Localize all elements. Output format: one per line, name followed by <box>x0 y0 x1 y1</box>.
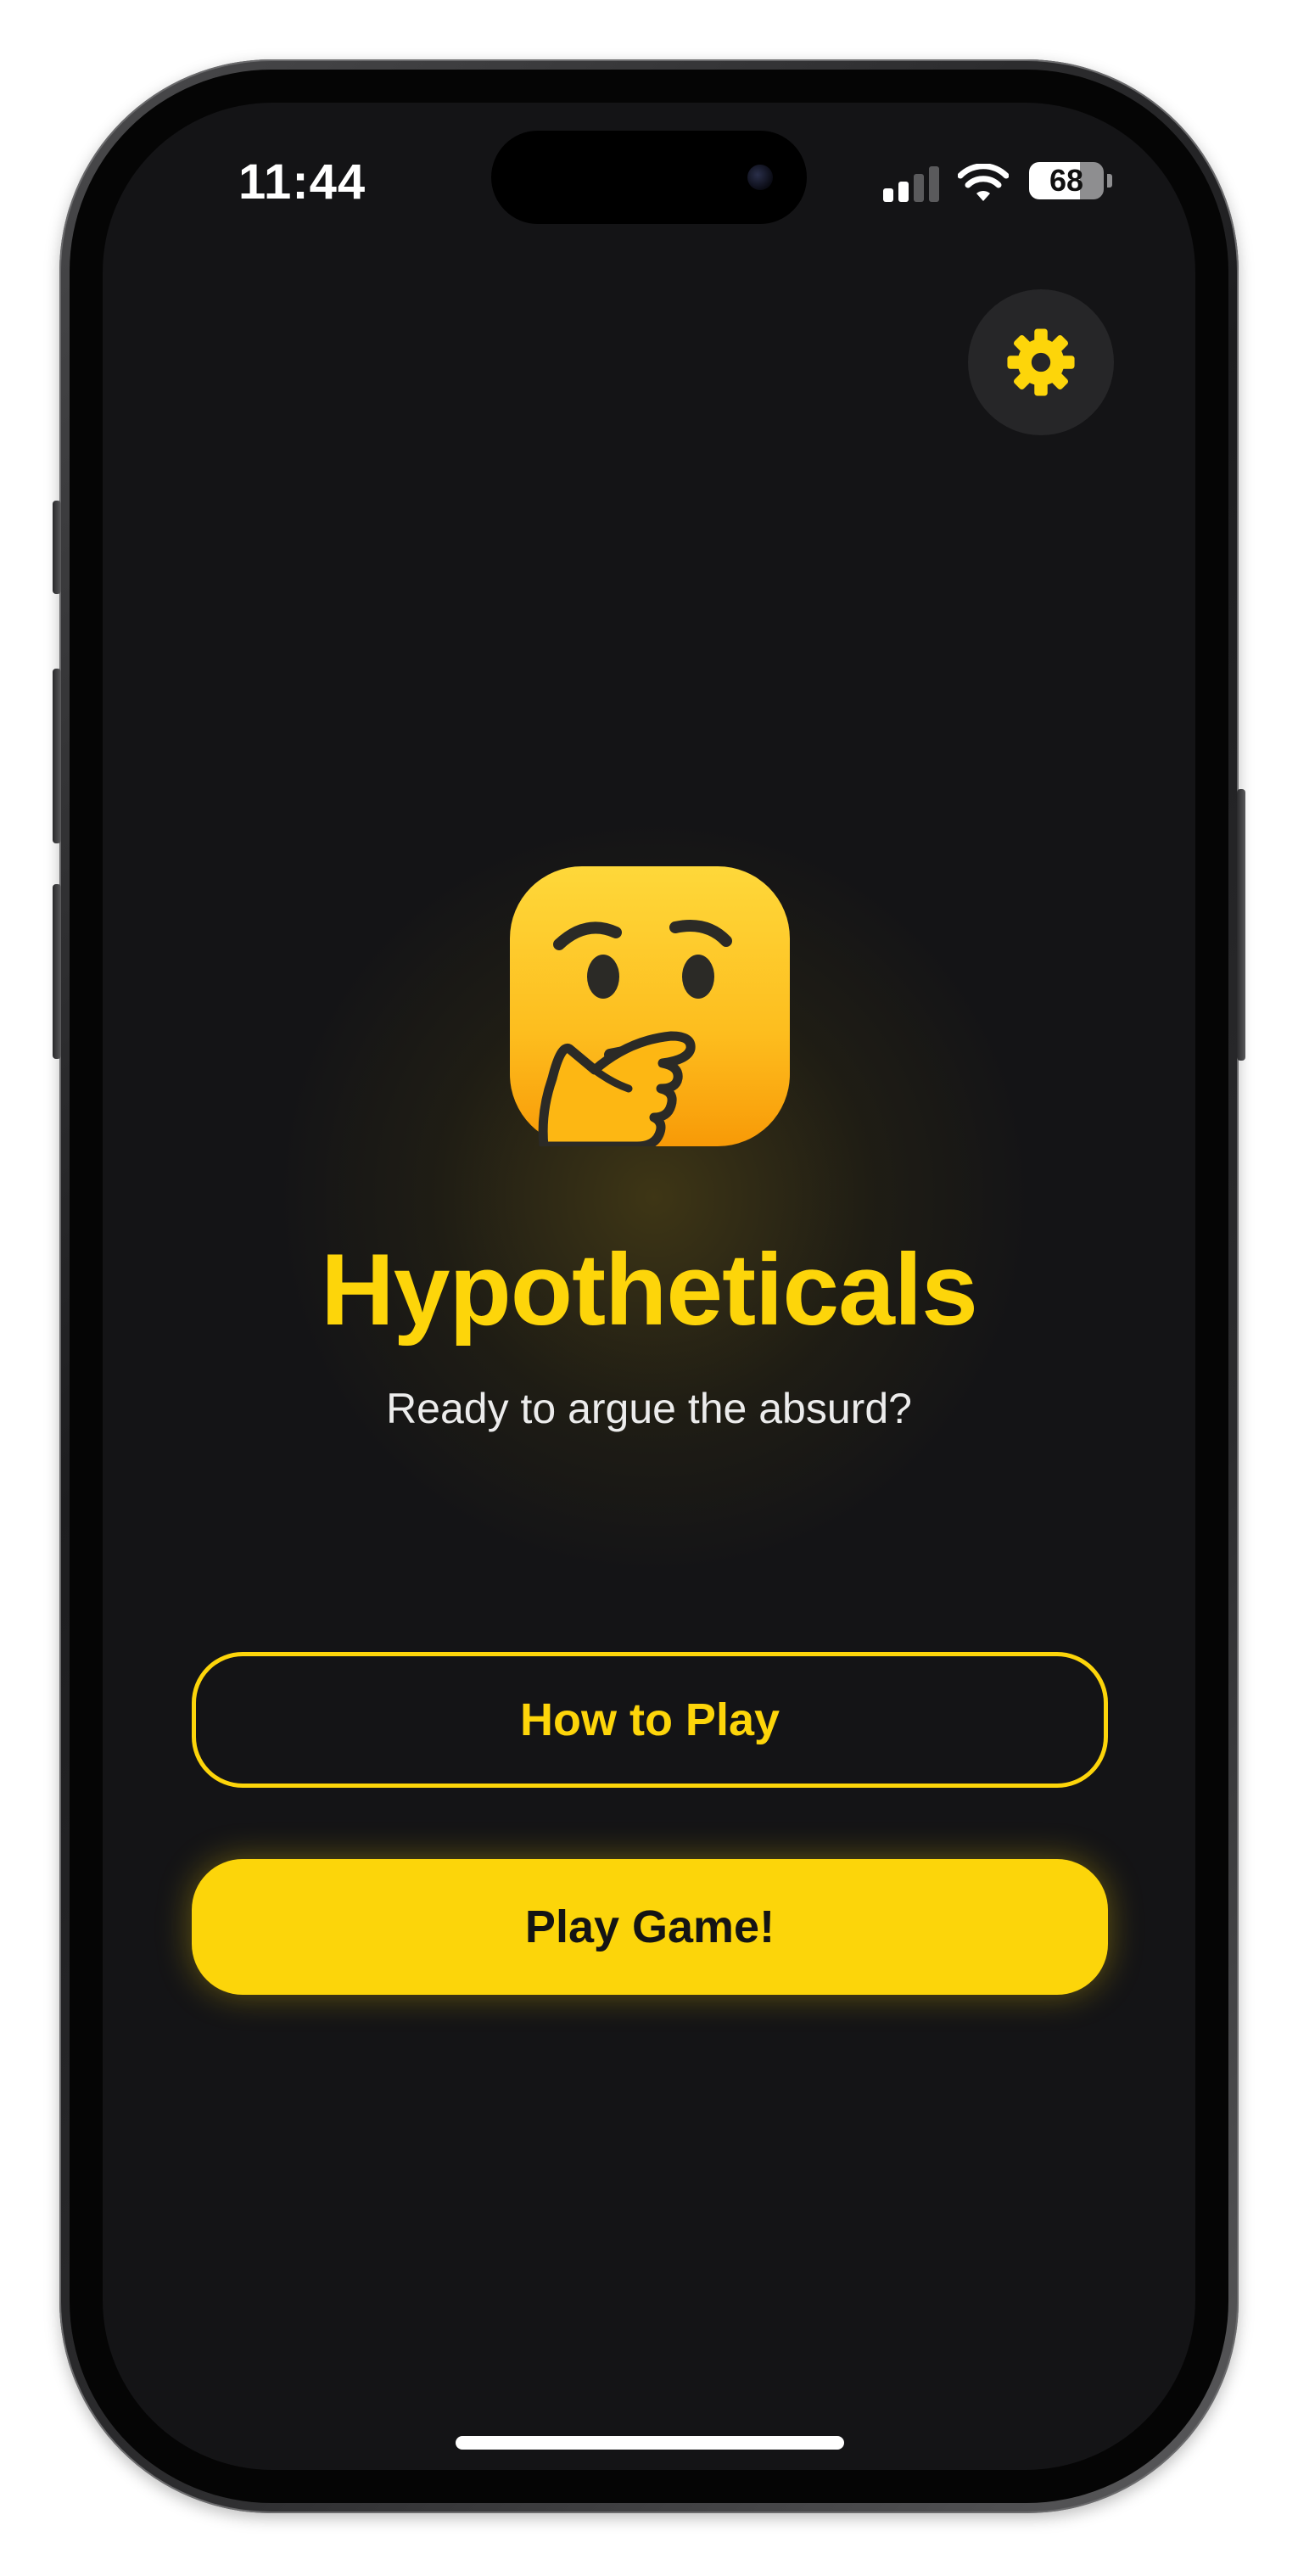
action-button <box>53 501 61 594</box>
dynamic-island <box>491 131 807 224</box>
thinking-face-icon <box>510 866 790 1146</box>
wifi-icon <box>958 164 1009 201</box>
signal-bar <box>898 182 909 202</box>
volume-down-button <box>53 884 61 1059</box>
power-button <box>1237 789 1245 1061</box>
how-to-play-button[interactable]: How to Play <box>192 1652 1108 1788</box>
app-title: Hypotheticals <box>321 1233 978 1347</box>
battery-cap <box>1107 174 1112 188</box>
signal-bar <box>929 166 939 202</box>
signal-bar <box>914 174 924 202</box>
settings-button[interactable] <box>968 289 1114 435</box>
volume-up-button <box>53 669 61 843</box>
battery-level: 68 <box>1049 163 1084 198</box>
status-time: 11:44 <box>238 154 366 210</box>
app-screen: 11:44 68 Hypotheticals Ready to argue th… <box>103 103 1195 2470</box>
battery-icon: 68 <box>1029 162 1104 199</box>
front-camera-icon <box>747 165 773 190</box>
gear-icon <box>1007 328 1075 396</box>
signal-bar <box>883 188 893 202</box>
cellular-signal-icon <box>883 166 939 202</box>
play-game-label: Play Game! <box>524 1901 775 1952</box>
how-to-play-label: How to Play <box>519 1694 780 1745</box>
home-indicator[interactable] <box>456 2436 844 2450</box>
play-game-button[interactable]: Play Game! <box>192 1859 1108 1995</box>
app-subtitle: Ready to argue the absurd? <box>386 1385 912 1432</box>
